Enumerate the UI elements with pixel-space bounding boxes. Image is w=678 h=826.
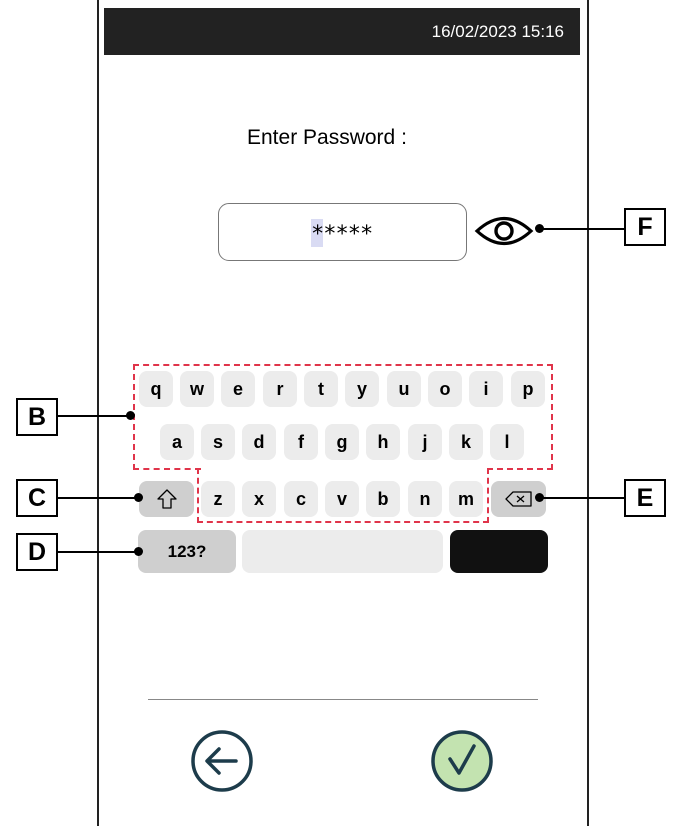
callout-line-b (58, 415, 130, 417)
callout-line-e (540, 497, 626, 499)
callout-label-e: E (624, 479, 666, 517)
callout-label-d: D (16, 533, 58, 571)
shift-key[interactable] (139, 481, 194, 517)
footer-divider (148, 699, 538, 700)
enter-key[interactable] (450, 530, 548, 573)
callout-label-f: F (624, 208, 666, 246)
checkmark-circle-icon[interactable] (430, 729, 494, 793)
callout-line-c (58, 497, 138, 499)
callout-line-f (540, 228, 626, 230)
letter-keys-region-step-left (133, 468, 201, 470)
numbers-key[interactable]: 123? (138, 530, 236, 573)
arrow-left-circle-icon[interactable] (190, 729, 254, 793)
password-value: ***** (311, 222, 373, 247)
status-bar: 16/02/2023 15:16 (104, 8, 580, 55)
eye-icon[interactable] (473, 210, 535, 252)
space-key[interactable] (242, 530, 443, 573)
letter-keys-region-outline (133, 364, 553, 470)
callout-label-b: B (16, 398, 58, 436)
callout-dot-b (126, 411, 135, 420)
status-datetime: 16/02/2023 15:16 (431, 22, 564, 41)
enter-password-label: Enter Password : (247, 126, 407, 149)
letter-keys-region-bottom (197, 468, 489, 523)
password-field[interactable]: ***** (218, 203, 467, 261)
callout-dot-c (134, 493, 143, 502)
letter-keys-region-step-right (487, 468, 553, 470)
callout-line-d (58, 551, 138, 553)
shift-arrow-icon (156, 489, 177, 509)
backspace-icon (504, 491, 532, 507)
callout-label-c: C (16, 479, 58, 517)
callout-dot-d (134, 547, 143, 556)
